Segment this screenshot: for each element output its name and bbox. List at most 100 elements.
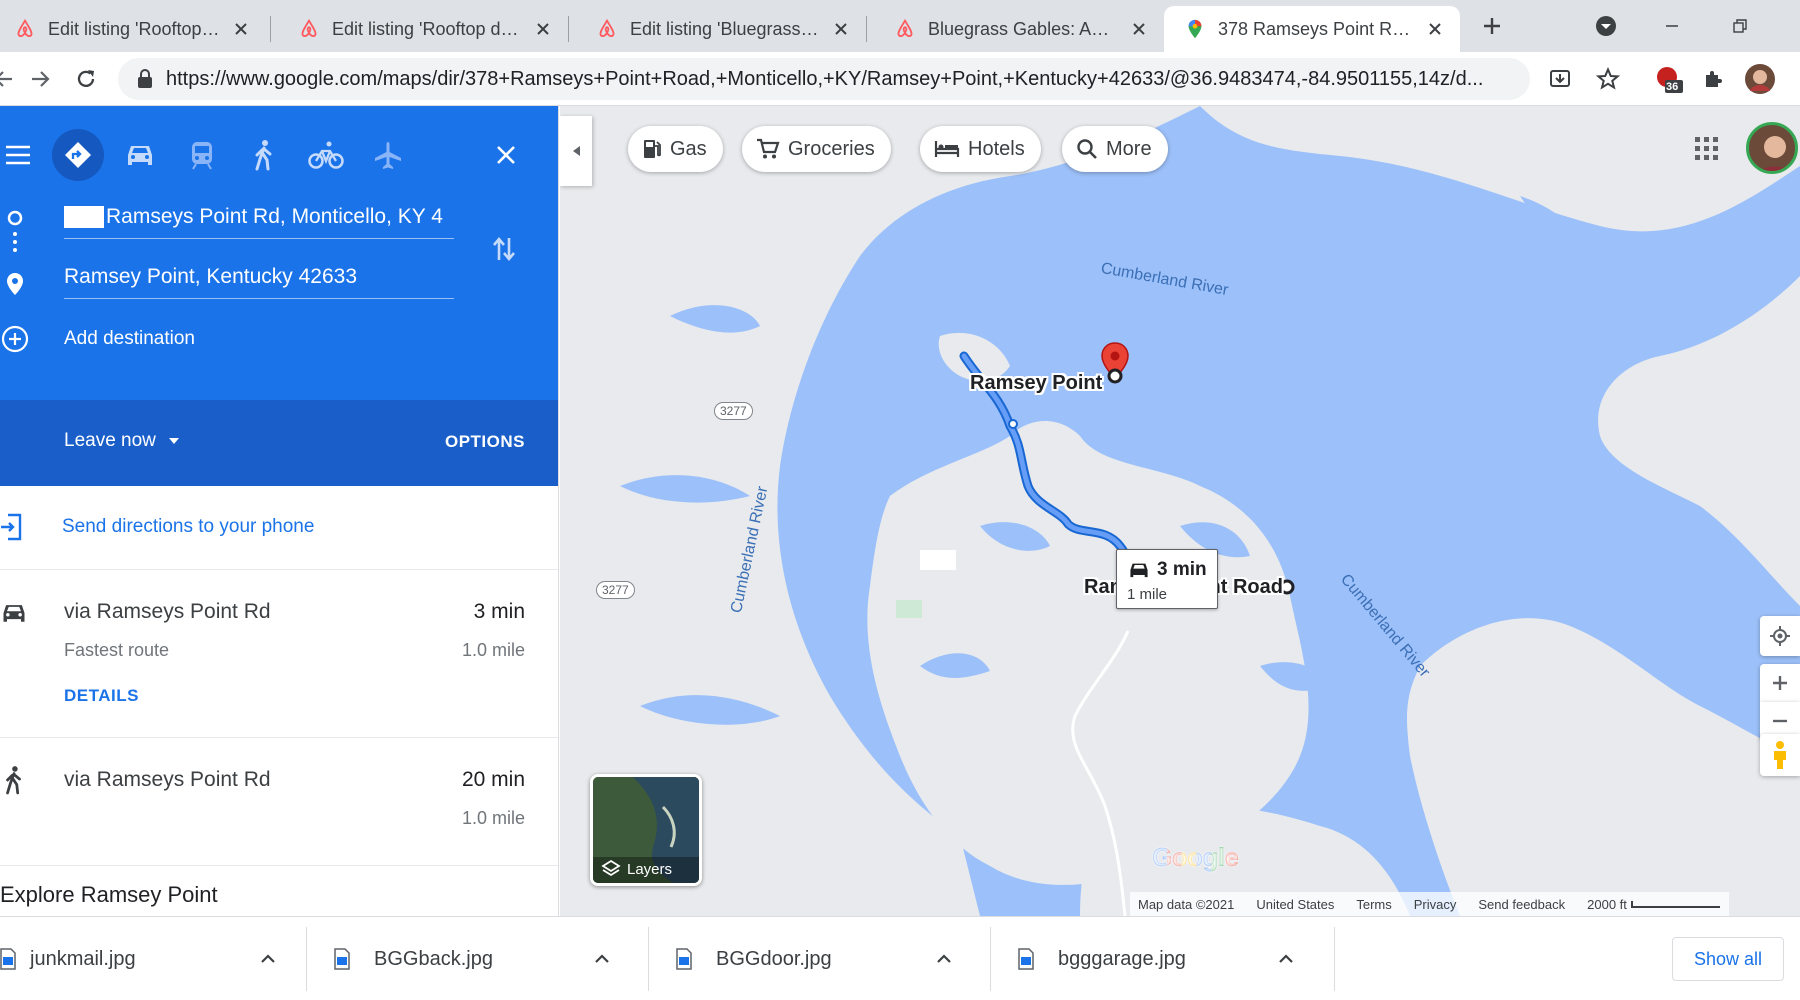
back-button[interactable]: [0, 61, 22, 97]
download-item[interactable]: BGGback.jpg: [334, 925, 634, 993]
leave-now-dropdown[interactable]: Leave now: [64, 430, 180, 452]
route-subtitle: Fastest route: [64, 640, 170, 660]
download-item[interactable]: bgggarage.jpg: [1018, 925, 1318, 993]
chevron-up-icon[interactable]: [594, 954, 610, 964]
tab-divider: [270, 16, 271, 42]
route-title: via Ramseys Point Rd: [64, 768, 271, 791]
download-item[interactable]: junkmail.jpg: [0, 925, 300, 993]
road-shield: 3277: [596, 581, 635, 599]
map-canvas[interactable]: Gas Groceries Hotels More Cumberland Riv…: [560, 106, 1800, 916]
google-apps-button[interactable]: [1694, 136, 1720, 167]
new-tab-button[interactable]: [1470, 8, 1514, 44]
avatar: [1745, 64, 1775, 94]
chevron-up-icon[interactable]: [936, 954, 952, 964]
download-filename: BGGback.jpg: [374, 947, 493, 970]
scale-label[interactable]: 2000 ft: [1587, 897, 1721, 912]
show-all-downloads-button[interactable]: Show all: [1672, 937, 1784, 981]
download-filename: junkmail.jpg: [30, 947, 136, 970]
address-bar[interactable]: https://www.google.com/maps/dir/378+Rams…: [118, 58, 1530, 100]
route-option-driving[interactable]: via Ramseys Point Rd 3 min Fastest route…: [0, 570, 558, 738]
chip-gas[interactable]: Gas: [628, 126, 723, 172]
close-tab-icon[interactable]: [830, 18, 852, 40]
privacy-link[interactable]: Privacy: [1414, 897, 1457, 912]
chip-groceries[interactable]: Groceries: [742, 126, 891, 172]
tab-title: Edit listing 'Rooftop deck w: [332, 18, 524, 39]
options-button[interactable]: OPTIONS: [445, 432, 525, 452]
close-tab-icon[interactable]: [1128, 18, 1150, 40]
send-to-device-icon: [1, 513, 22, 541]
callout-distance: 1 mile: [1127, 586, 1168, 603]
close-tab-icon[interactable]: [1424, 18, 1446, 40]
train-icon: [192, 142, 212, 170]
download-divider: [990, 927, 991, 991]
destination-pin-icon[interactable]: [1099, 342, 1131, 384]
chip-hotels[interactable]: Hotels: [920, 126, 1041, 172]
send-to-phone-row[interactable]: Send directions to your phone: [0, 486, 558, 570]
route-duration: 20 min: [461, 768, 525, 791]
travel-mode-flights[interactable]: [362, 129, 414, 181]
airplane-icon: [375, 142, 401, 169]
street-view-pegman[interactable]: [1760, 734, 1800, 776]
tab-title: Edit listing 'Bluegrass Gab: [630, 18, 822, 39]
close-tab-icon[interactable]: [532, 18, 554, 40]
redacted-house-number: [64, 205, 104, 228]
reload-button[interactable]: [68, 61, 104, 97]
tab-edit-listing-rooftop-1[interactable]: Edit listing 'Rooftop deck w: [0, 6, 266, 52]
my-location-button[interactable]: [1760, 616, 1800, 656]
add-destination-button[interactable]: Add destination: [0, 324, 195, 354]
reload-icon: [77, 70, 95, 87]
download-item[interactable]: BGGdoor.jpg: [676, 925, 976, 993]
add-destination-label: Add destination: [64, 328, 195, 349]
tab-google-maps[interactable]: 378 Ramseys Point Road, M: [1164, 6, 1460, 52]
origin-input[interactable]: Ramseys Point Rd, Monticello, KY 4: [64, 195, 454, 239]
travel-mode-best[interactable]: [52, 129, 104, 181]
chevron-down-circle-icon: [1596, 16, 1616, 36]
account-avatar[interactable]: [1746, 122, 1798, 174]
travel-mode-transit[interactable]: [176, 129, 228, 181]
road-shield: 3277: [714, 402, 753, 420]
region-link[interactable]: United States: [1256, 897, 1334, 912]
tab-search-button[interactable]: [1584, 8, 1628, 44]
image-file-icon: [1018, 948, 1034, 970]
minimize-button[interactable]: [1650, 8, 1694, 44]
close-icon: [497, 146, 515, 164]
scale-bar-icon: [1630, 901, 1720, 908]
forward-button[interactable]: [22, 61, 58, 97]
close-tab-icon[interactable]: [230, 18, 252, 40]
send-feedback-link[interactable]: Send feedback: [1478, 897, 1565, 912]
profile-button[interactable]: [1742, 61, 1778, 97]
swap-locations-button[interactable]: [490, 234, 518, 269]
route-duration-callout[interactable]: 3 min 1 mile: [1116, 549, 1218, 609]
bookmark-button[interactable]: [1590, 61, 1626, 97]
install-app-button[interactable]: [1542, 61, 1578, 97]
chevron-up-icon[interactable]: [260, 954, 276, 964]
layers-button[interactable]: Layers: [590, 774, 702, 886]
route-option-walking[interactable]: via Ramseys Point Rd 20 min 1.0 mile: [0, 738, 558, 866]
chevron-up-icon[interactable]: [1278, 954, 1294, 964]
map-terrain: [560, 106, 1800, 916]
tab-bluegrass-gables[interactable]: Bluegrass Gables: Amazin: [874, 6, 1164, 52]
close-directions-button[interactable]: [480, 129, 532, 181]
chip-more[interactable]: More: [1062, 126, 1168, 172]
extensions-menu-button[interactable]: [1696, 61, 1732, 97]
terms-link[interactable]: Terms: [1356, 897, 1391, 912]
details-button[interactable]: DETAILS: [64, 686, 139, 706]
download-filename: BGGdoor.jpg: [716, 947, 832, 970]
minimize-icon: [1666, 25, 1678, 27]
travel-mode-cycling[interactable]: [300, 129, 352, 181]
directions-diamond-icon: [65, 142, 91, 168]
destination-map-label[interactable]: Ramsey Point: [970, 372, 1102, 395]
directions-header: Ramseys Point Rd, Monticello, KY 4 Ramse…: [0, 106, 558, 400]
pegman-icon: [1774, 741, 1786, 769]
tab-edit-listing-rooftop-2[interactable]: Edit listing 'Rooftop deck w: [278, 6, 568, 52]
restore-button[interactable]: [1718, 8, 1762, 44]
travel-mode-walking[interactable]: [238, 129, 290, 181]
travel-mode-driving[interactable]: [114, 129, 166, 181]
collapse-panel-button[interactable]: [560, 116, 592, 186]
zoom-in-button[interactable]: [1760, 664, 1800, 702]
destination-input[interactable]: Ramsey Point, Kentucky 42633: [64, 255, 454, 299]
menu-button[interactable]: [0, 129, 44, 181]
plus-icon: [1484, 18, 1500, 34]
tab-edit-listing-bluegrass[interactable]: Edit listing 'Bluegrass Gab: [576, 6, 866, 52]
extension-button[interactable]: 36: [1650, 61, 1686, 97]
